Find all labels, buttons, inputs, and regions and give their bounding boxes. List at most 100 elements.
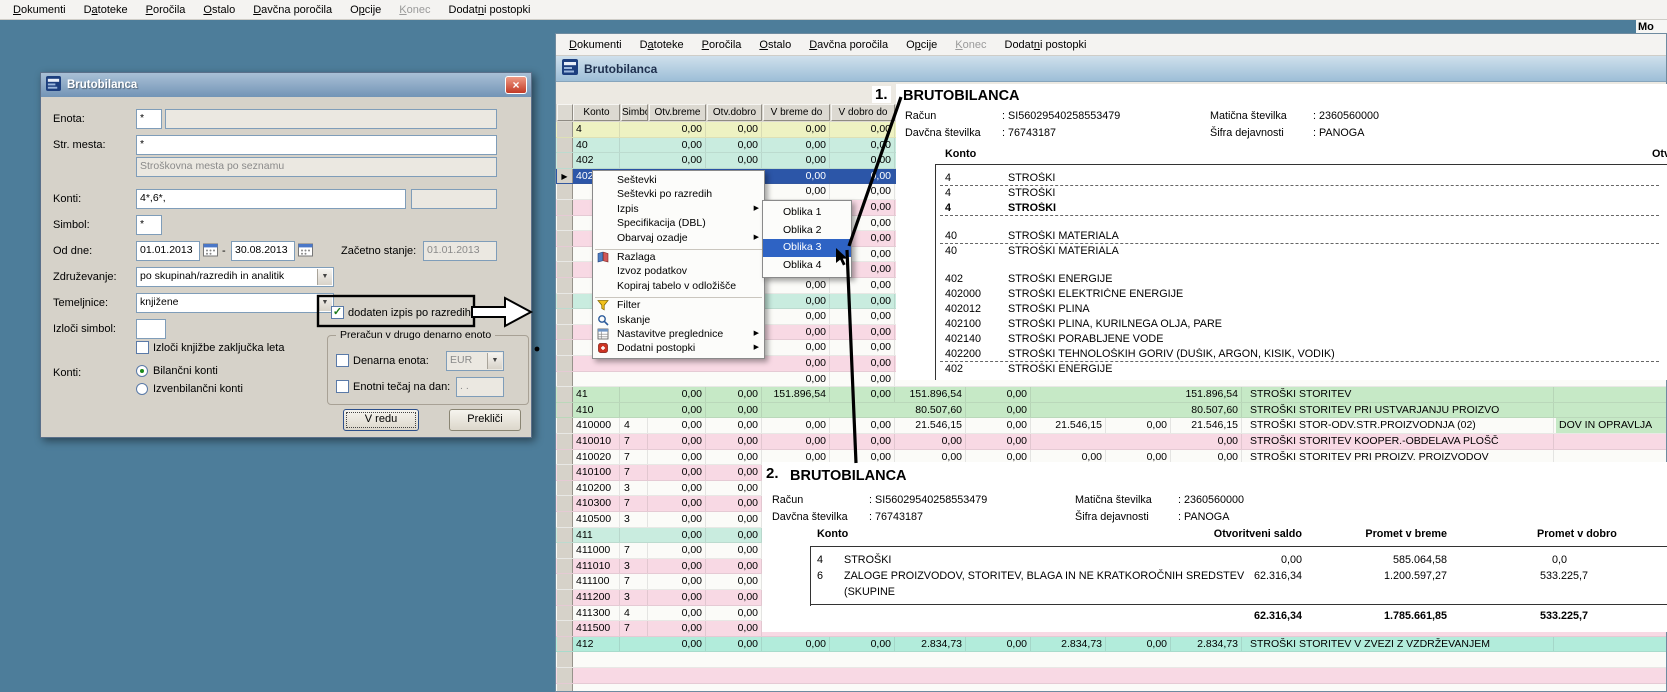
row-selector <box>557 465 573 480</box>
menubar-item-datoteke[interactable]: Datoteke <box>631 34 693 55</box>
row-selector <box>557 372 573 387</box>
context-menu-item-se-tevki[interactable]: Seštevki <box>593 173 764 187</box>
window-title-bar[interactable]: Brutobilanca <box>556 56 1666 82</box>
menu-item-label: Iskanje <box>617 314 650 326</box>
menubar-item-dodatni-postopki[interactable]: Dodatni postopki <box>440 0 540 19</box>
dialog-title-bar[interactable]: Brutobilanca × <box>41 73 531 97</box>
menubar-item-konec[interactable]: Konec <box>946 34 995 55</box>
close-button[interactable]: × <box>505 76 527 94</box>
table-row-41[interactable]: 410,000,00151.896,540,00151.896,540,0015… <box>556 387 1667 403</box>
date-from-input[interactable]: 01.01.2013 <box>136 241 200 261</box>
izloci-simbol-input[interactable] <box>136 319 166 339</box>
menubar-item-opcije[interactable]: Opcije <box>897 34 946 55</box>
dodaten-izpis-checkbox[interactable]: ✓ <box>331 306 344 319</box>
row-selector <box>557 528 573 543</box>
cell-amount: 0,00 <box>831 122 895 137</box>
cell-amount: 0,00 <box>831 153 895 168</box>
field-label: Šifra dejavnosti <box>1210 127 1313 139</box>
report-konto: 4 <box>945 202 1003 214</box>
context-menu-item-se-tevki-po-razredih[interactable]: Seštevki po razredih <box>593 187 764 201</box>
table-row-36[interactable] <box>556 684 1667 692</box>
ok-button[interactable]: V redu <box>343 409 419 431</box>
denarna-select[interactable]: EUR▼ <box>446 351 504 371</box>
column-header-otv-dobro[interactable]: Otv.dobro <box>707 104 762 121</box>
izloci-knjizbe-checkbox[interactable] <box>136 341 149 354</box>
enota-input[interactable]: * <box>136 109 162 129</box>
menubar-item-konec[interactable]: Konec <box>390 0 439 19</box>
menubar-item-poro-ila[interactable]: Poročila <box>137 0 195 19</box>
submenu-item-oblika-1[interactable]: Oblika 1 <box>763 204 851 222</box>
table-row-410010[interactable]: 41001070,000,000,000,000,000,000,00STROŠ… <box>556 434 1667 450</box>
row-selector <box>557 590 573 605</box>
menubar-item-poro-ila[interactable]: Poročila <box>693 34 751 55</box>
field-label: Matična številka <box>1075 494 1178 506</box>
column-header-v-dobro-do[interactable]: V dobro do <box>831 104 895 121</box>
menubar-item-datoteke[interactable]: Datoteke <box>75 0 137 19</box>
denarna-checkbox[interactable] <box>336 354 349 367</box>
context-menu-item-filter[interactable]: Filter <box>593 298 764 312</box>
dropdown-arrow-icon[interactable]: ▼ <box>317 295 332 311</box>
str-mesta-input[interactable]: * <box>136 135 497 155</box>
bilancni-radio[interactable] <box>136 365 148 377</box>
context-menu-item-nastavitve-preglednice[interactable]: Nastavitve preglednice▶ <box>593 327 764 341</box>
context-menu-item-razlaga[interactable]: Razlaga <box>593 250 764 264</box>
menubar-item-dav-na-poro-ila[interactable]: Davčna poročila <box>800 34 897 55</box>
cell-konto: 411300 <box>573 606 620 621</box>
row-selector <box>557 434 573 449</box>
report-line: 4STROŠKI <box>896 187 1667 202</box>
table-row-410[interactable]: 4100,000,0080.507,600,0080.507,60STROŠKI… <box>556 403 1667 419</box>
row-selector <box>557 606 573 621</box>
menu-item-label: Kopiraj tabelo v odložišče <box>617 280 736 292</box>
row-selector <box>557 138 573 153</box>
temeljnice-select[interactable]: knjižene▼ <box>136 293 334 313</box>
cell-amount: 0,00 <box>831 356 895 371</box>
konti-input[interactable]: 4*,6*, <box>136 189 406 209</box>
context-menu-item-izpis[interactable]: Izpis▶ <box>593 202 764 216</box>
context-menu-item-dodatni-postopki[interactable]: Dodatni postopki▶ <box>593 341 764 355</box>
column-header-konto[interactable]: Konto <box>573 104 620 121</box>
menubar-item-dokumenti[interactable]: Dokumenti <box>560 34 631 55</box>
submenu-item-oblika-3[interactable]: Oblika 3 <box>763 239 851 257</box>
report-line: 402012STROŠKI PLINA <box>896 303 1667 318</box>
table-row-410000[interactable]: 41000040,000,000,000,0021.546,150,0021.5… <box>556 418 1667 434</box>
cancel-button[interactable]: Prekliči <box>449 409 521 431</box>
table-row-34[interactable] <box>556 652 1667 668</box>
menubar-item-opcije[interactable]: Opcije <box>341 0 390 19</box>
cell-amount: 0,00 <box>831 294 895 309</box>
cell-konto: 41 <box>573 387 620 402</box>
submenu-item-oblika-4[interactable]: Oblika 4 <box>763 257 851 275</box>
izvenbilancni-radio[interactable] <box>136 383 148 395</box>
table-row-35[interactable] <box>556 668 1667 684</box>
calendar-icon[interactable] <box>298 243 313 260</box>
date-to-input[interactable]: 30.08.2013 <box>231 241 295 261</box>
zdruzevanje-select[interactable]: po skupinah/razredih in analitik▼ <box>136 267 334 287</box>
context-menu-item-obarvaj-ozadje[interactable]: Obarvaj ozadje▶ <box>593 231 764 245</box>
menubar-item-dokumenti[interactable]: Dokumenti <box>4 0 75 19</box>
context-menu-item-kopiraj-tabelo-v-odlo-i-e[interactable]: Kopiraj tabelo v odložišče <box>593 279 764 293</box>
column-header-simbol[interactable]: Simbol <box>621 104 648 121</box>
cell-simbol: 3 <box>621 512 648 527</box>
context-menu-item-specifikacija-dbl[interactable]: Specifikacija (DBL) <box>593 216 764 230</box>
calendar-icon[interactable] <box>203 243 218 260</box>
cell-amount: 0,00 <box>707 153 762 168</box>
simbol-input[interactable]: * <box>136 215 162 235</box>
table-row-412[interactable]: 4120,000,000,000,002.834,730,002.834,730… <box>556 637 1667 653</box>
menubar-item-dodatni-postopki[interactable]: Dodatni postopki <box>996 34 1096 55</box>
menubar-item-ostalo[interactable]: Ostalo <box>750 34 800 55</box>
menubar-item-dav-na-poro-ila[interactable]: Davčna poročila <box>244 0 341 19</box>
column-header-otv-breme[interactable]: Otv.breme <box>649 104 706 121</box>
str-mesta-label: Str. mesta: <box>53 139 106 151</box>
report-name: STROŠKI PORABLJENE VODE <box>1008 333 1663 345</box>
dashed-divider <box>940 215 1659 216</box>
context-menu-item-izvoz-podatkov[interactable]: Izvoz podatkov <box>593 264 764 278</box>
submenu-item-oblika-2[interactable]: Oblika 2 <box>763 222 851 240</box>
report-field-racun: Račun: SI56029540258553479 <box>772 494 987 506</box>
menubar-item-ostalo[interactable]: Ostalo <box>194 0 244 19</box>
cell-name: STROŠKI STOR-ODV.STR.PROIZVODNJA (02) <box>1247 418 1554 433</box>
report-field-sifra: Šifra dejavnosti: PANOGA <box>1075 511 1229 523</box>
column-header-v-breme-do[interactable]: V breme do <box>763 104 830 121</box>
context-menu-item-iskanje[interactable]: Iskanje <box>593 313 764 327</box>
enotni-checkbox[interactable] <box>336 380 349 393</box>
cell-amount: 0,00 <box>831 325 895 340</box>
dropdown-arrow-icon[interactable]: ▼ <box>317 269 332 285</box>
